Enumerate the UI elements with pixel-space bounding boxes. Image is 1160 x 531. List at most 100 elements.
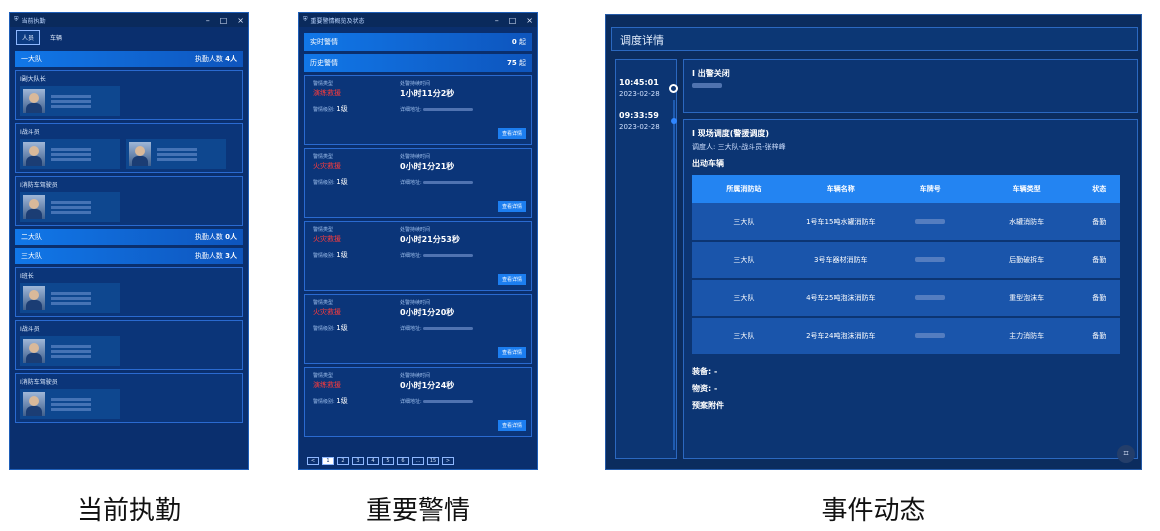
plate-cell: [885, 317, 975, 356]
card-title: I副大队长: [20, 76, 46, 83]
vehicle-type-cell: 主力消防车: [974, 317, 1079, 356]
realtime-label: 实时警情: [310, 38, 338, 46]
event-window: 调度详情 10:45:01 2023-02-28 09:33:59 2023-0…: [605, 14, 1142, 470]
close-button[interactable]: ×: [526, 16, 533, 25]
timeline-dot[interactable]: [669, 84, 678, 93]
person-entry[interactable]: [20, 86, 120, 116]
minimize-button[interactable]: –: [206, 16, 210, 25]
page-button[interactable]: 6: [397, 457, 409, 465]
close-section: I 出警关闭: [683, 59, 1138, 113]
alert-address-label: 详细地址:: [400, 399, 422, 405]
view-details-button[interactable]: 查看详情: [497, 274, 526, 285]
table-row[interactable]: 三大队 1号车15吨水罐消防车 水罐消防车 备勤: [692, 203, 1120, 242]
group-bar[interactable]: 二大队 执勤人数 0人: [15, 229, 243, 245]
column-header: 车辆类型: [974, 175, 1079, 203]
column-header: 所属消防站: [692, 175, 796, 203]
shield-icon: ⛨: [14, 16, 19, 23]
page-button[interactable]: 1: [322, 457, 334, 465]
timeline-dot[interactable]: [671, 118, 677, 124]
prev-page-button[interactable]: <: [307, 457, 319, 465]
redacted-text: [423, 400, 474, 403]
vehicle-type-cell: 重型泡沫车: [974, 279, 1079, 318]
card-title: I消防车驾驶员: [20, 379, 58, 386]
table-row[interactable]: 三大队 2号车24吨泡沫消防车 主力消防车 备勤: [692, 317, 1120, 356]
alert-level-label: 警情级别:: [313, 399, 335, 405]
group-count-label: 执勤人数: [194, 233, 223, 241]
alert-level: 1级: [336, 324, 348, 332]
vehicle-name-cell: 4号车25吨泡沫消防车: [795, 279, 886, 318]
duty-window: ⛨ 当前执勤 – □ × 人员 车辆 一大队 执勤人数 4人 I副大队长 I战斗…: [9, 12, 249, 470]
card-title: I战斗员: [20, 129, 40, 136]
page-button[interactable]: 3: [352, 457, 364, 465]
status-cell: 备勤: [1078, 317, 1120, 356]
page-button[interactable]: 5: [382, 457, 394, 465]
group-bar[interactable]: 一大队 执勤人数 4人: [15, 51, 243, 67]
status-cell: 备勤: [1078, 203, 1120, 242]
station-cell: 三大队: [692, 279, 796, 318]
alerts-window: ⛨ 重要警情概览及状态 – □ × 实时警情 0 起 历史警情 75 起 警情类…: [298, 12, 538, 470]
alert-duration: 0小时1分24秒: [400, 381, 455, 390]
maximize-button[interactable]: □: [220, 16, 228, 25]
redacted-text: [915, 333, 946, 338]
vehicle-name-cell: 2号车24吨泡沫消防车: [795, 317, 886, 356]
group-count: 4人: [225, 55, 237, 63]
page-button[interactable]: 4: [367, 457, 379, 465]
view-details-button[interactable]: 查看详情: [497, 128, 526, 139]
vehicles-label: 出动车辆: [692, 159, 724, 168]
view-details-button[interactable]: 查看详情: [497, 201, 526, 212]
alert-duration: 1小时11分2秒: [400, 89, 455, 98]
alerts-titlebar: ⛨ 重要警情概览及状态 – □ ×: [299, 13, 537, 27]
timeline-line: [673, 100, 675, 450]
redacted-text: [423, 254, 474, 257]
person-entry[interactable]: [20, 336, 120, 366]
tab-vehicles[interactable]: 车辆: [44, 30, 68, 45]
person-entry[interactable]: [20, 283, 120, 313]
alert-duration: 0小时21分53秒: [400, 235, 460, 244]
redacted-text: [423, 108, 474, 111]
alert-level-label: 警情级别:: [313, 326, 335, 332]
duty-card: I战斗员: [15, 123, 243, 173]
group-bar[interactable]: 三大队 执勤人数 3人: [15, 248, 243, 264]
alert-duration: 0小时1分21秒: [400, 162, 455, 171]
timeline-date: 2023-02-28: [619, 90, 660, 98]
realtime-alerts-bar[interactable]: 实时警情 0 起: [304, 33, 532, 51]
window-title: 重要警情概览及状态: [310, 17, 365, 25]
status-cell: 备勤: [1078, 279, 1120, 318]
redacted-text: [915, 295, 946, 300]
maximize-button[interactable]: □: [509, 16, 517, 25]
table-row[interactable]: 三大队 4号车25吨泡沫消防车 重型泡沫车 备勤: [692, 279, 1120, 318]
next-page-button[interactable]: >: [442, 457, 454, 465]
group-name: 三大队: [21, 252, 42, 260]
timeline-time: 10:45:01: [619, 78, 659, 87]
person-entry[interactable]: [20, 139, 120, 169]
history-alerts-bar[interactable]: 历史警情 75 起: [304, 54, 532, 72]
tab-personnel[interactable]: 人员: [16, 30, 41, 45]
redacted-text: [423, 327, 474, 330]
page-button[interactable]: 15: [427, 457, 439, 465]
table-row[interactable]: 三大队 3号车器材消防车 后勤破拆车 备勤: [692, 241, 1120, 280]
page-button[interactable]: …: [412, 457, 424, 465]
station-cell: 三大队: [692, 317, 796, 356]
window-title: 当前执勤: [21, 17, 46, 25]
alert-time-label: 处警持续时间: [400, 373, 431, 379]
group-name: 一大队: [21, 55, 42, 63]
vehicle-type-cell: 水罐消防车: [974, 203, 1079, 242]
page-button[interactable]: 2: [337, 457, 349, 465]
view-details-button[interactable]: 查看详情: [497, 420, 526, 431]
alert-type-label: 警情类型: [313, 81, 334, 87]
person-entry[interactable]: [126, 139, 226, 169]
group-count: 3人: [225, 252, 237, 260]
scan-icon[interactable]: ⌗: [1117, 445, 1135, 463]
person-entry[interactable]: [20, 192, 120, 222]
person-entry[interactable]: [20, 389, 120, 419]
view-details-button[interactable]: 查看详情: [497, 347, 526, 358]
close-button[interactable]: ×: [237, 16, 244, 25]
card-title: I消防车驾驶员: [20, 182, 58, 189]
avatar: [23, 142, 45, 166]
alert-time-label: 处警持续时间: [400, 154, 431, 160]
minimize-button[interactable]: –: [495, 16, 499, 25]
alert-level: 1级: [336, 105, 348, 113]
alert-level: 1级: [336, 178, 348, 186]
pagination: <1 2 3 4 5 6… 15 >: [307, 457, 454, 465]
event-header: 调度详情: [611, 27, 1138, 51]
